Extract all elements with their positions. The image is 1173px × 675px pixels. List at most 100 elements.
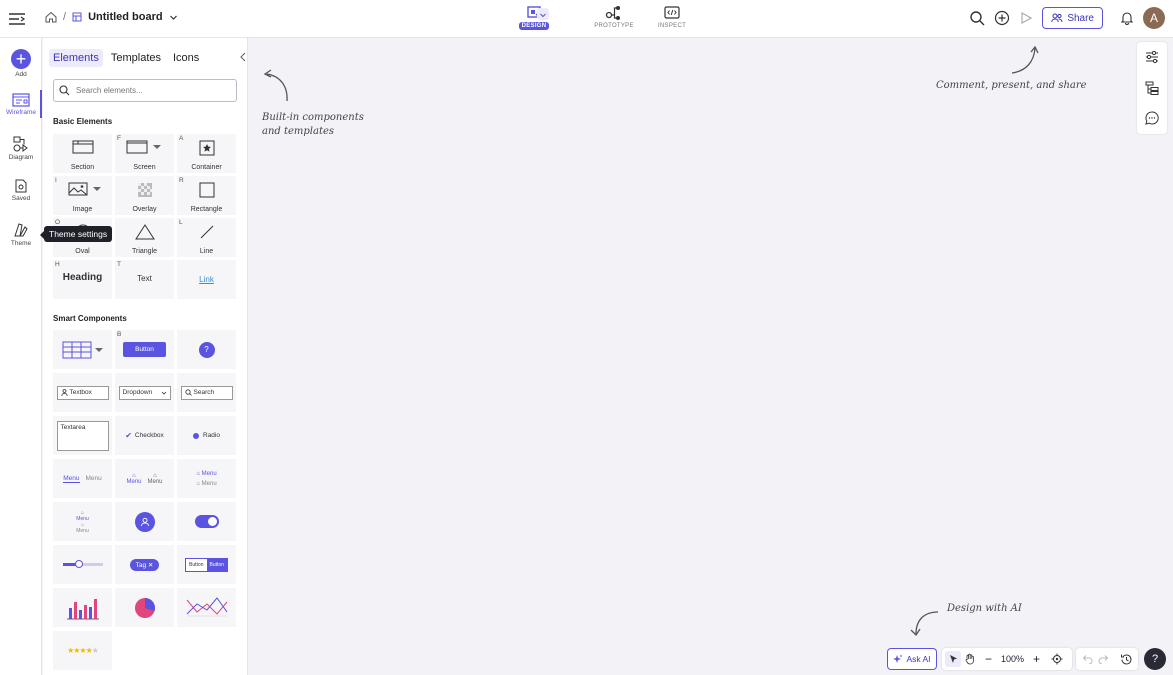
zoom-level[interactable]: 100%	[1001, 654, 1024, 664]
home-icon[interactable]	[45, 11, 57, 23]
play-icon[interactable]	[1019, 11, 1033, 25]
element-triangle[interactable]: Triangle	[115, 218, 174, 257]
chevron-down-icon[interactable]	[169, 13, 178, 22]
shortcut-key: I	[55, 177, 57, 184]
tab-templates[interactable]: Templates	[107, 49, 165, 67]
menu-item: ⌂ Menu	[126, 473, 141, 485]
element-link[interactable]: Link	[177, 260, 236, 299]
element-screen[interactable]: F Screen	[115, 134, 174, 173]
fit-to-screen-icon[interactable]	[1051, 653, 1063, 665]
arrow-icon	[1011, 45, 1039, 74]
element-heading[interactable]: H Heading	[53, 260, 112, 299]
mode-inspect[interactable]: INSPECT	[643, 3, 701, 35]
smart-checkbox[interactable]: ✔ Checkbox	[115, 416, 174, 455]
search-input[interactable]: Search elements...	[53, 79, 237, 102]
mode-dropdown[interactable]	[537, 8, 549, 20]
menu-label: Menu	[126, 478, 142, 485]
smart-vertical-menu[interactable]: ⌂ Menu ⌂ Menu	[177, 459, 236, 498]
element-line[interactable]: L Line	[177, 218, 236, 257]
smart-rating[interactable]: ★★★★★	[53, 631, 112, 670]
menu-label: Menu	[63, 474, 80, 483]
rail-item-diagram[interactable]: Diagram	[0, 136, 42, 161]
menu-item: ⌂ Menu	[196, 480, 217, 487]
tab-icons[interactable]: Icons	[169, 49, 203, 67]
sliders-icon[interactable]	[1144, 49, 1160, 65]
rail-item-add[interactable]: + Add	[0, 49, 42, 78]
section-icon	[72, 140, 93, 154]
board-title[interactable]: Untitled board	[88, 11, 163, 23]
comment-icon[interactable]	[1144, 110, 1160, 126]
menu-icon[interactable]	[8, 10, 26, 28]
wireframe-icon	[12, 93, 30, 107]
rail-label: Theme	[10, 240, 32, 247]
avatar[interactable]: A	[1143, 7, 1165, 29]
element-rectangle[interactable]: R Rectangle	[177, 176, 236, 215]
rail-item-saved[interactable]: Saved	[0, 179, 42, 202]
rail-item-theme[interactable]: Theme	[0, 222, 42, 247]
element-overlay[interactable]: Overlay	[115, 176, 174, 215]
inspect-icon	[664, 6, 680, 19]
smart-bar-chart[interactable]	[53, 588, 112, 627]
element-label: Overlay	[132, 206, 157, 213]
zoom-in-button[interactable]: +	[1033, 652, 1040, 666]
dropdown-preview: Dropdown	[118, 385, 171, 400]
help-button[interactable]: ?	[1144, 648, 1166, 670]
smart-icon-menu[interactable]: ⌂ Menu ⌂ Menu	[115, 459, 174, 498]
element-image[interactable]: I Image	[53, 176, 112, 215]
smart-help-button[interactable]: ?	[177, 330, 236, 369]
history-icon[interactable]	[1120, 653, 1133, 666]
tab-elements[interactable]: Elements	[49, 49, 103, 67]
layers-icon[interactable]	[1144, 80, 1160, 96]
element-container[interactable]: A Container	[177, 134, 236, 173]
smart-components-grid: B Button ? Textbox Dropdown Search Texta…	[53, 330, 236, 670]
smart-search[interactable]: Search	[177, 373, 236, 412]
redo-icon[interactable]	[1098, 654, 1110, 664]
smart-textbox[interactable]: Textbox	[53, 373, 112, 412]
sparkle-icon	[893, 654, 903, 663]
ask-ai-button[interactable]: Ask AI	[887, 648, 937, 670]
smart-table[interactable]	[53, 330, 112, 369]
select-tool-button[interactable]	[945, 651, 961, 667]
smart-button[interactable]: B Button	[115, 330, 174, 369]
panel-tabs: Elements Templates Icons	[49, 49, 203, 67]
smart-dropdown[interactable]: Dropdown	[115, 373, 174, 412]
button-preview: Button	[123, 342, 166, 357]
board-icon	[72, 12, 82, 22]
smart-toggle[interactable]	[177, 502, 236, 541]
bell-icon[interactable]	[1120, 11, 1134, 25]
collapse-panel-button[interactable]	[239, 51, 247, 65]
radio-label: Radio	[203, 432, 220, 439]
smart-pie-chart[interactable]	[115, 588, 174, 627]
menu-label: Menu	[85, 475, 102, 482]
zoom-toolbar: − 100% +	[942, 648, 1072, 670]
smart-slider[interactable]	[53, 545, 112, 584]
add-comment-icon[interactable]	[994, 10, 1010, 26]
undo-icon[interactable]	[1081, 654, 1093, 664]
button-group-preview: Button Button	[185, 557, 228, 572]
search-label: Search	[193, 389, 215, 396]
zoom-out-button[interactable]: −	[985, 652, 992, 666]
rail-item-wireframe[interactable]: Wireframe	[0, 93, 42, 116]
smart-avatar[interactable]	[115, 502, 174, 541]
hand-icon[interactable]	[964, 653, 976, 665]
shortcut-key: H	[55, 261, 60, 268]
mode-design[interactable]: DESIGN	[505, 3, 563, 35]
element-text[interactable]: T Text	[115, 260, 174, 299]
share-button[interactable]: Share	[1042, 7, 1103, 29]
checkbox-label: Checkbox	[134, 432, 164, 439]
smart-tab-menu[interactable]: Menu Menu	[53, 459, 112, 498]
shortcut-key: L	[179, 219, 183, 226]
smart-stacked-menu[interactable]: ⌂ Menu ⌂ Menu	[53, 502, 112, 541]
tag-label: Tag	[135, 561, 147, 569]
smart-tag[interactable]: Tag ✕	[115, 545, 174, 584]
mode-prototype[interactable]: PROTOTYPE	[585, 3, 643, 35]
smart-line-chart[interactable]	[177, 588, 236, 627]
rail-active-indicator	[40, 90, 42, 118]
smart-textarea[interactable]: Textarea	[53, 416, 112, 455]
element-label: Image	[72, 206, 93, 213]
smart-radio[interactable]: Radio	[177, 416, 236, 455]
element-section[interactable]: Section	[53, 134, 112, 173]
button-group-label: Button	[186, 558, 207, 571]
smart-button-group[interactable]: Button Button	[177, 545, 236, 584]
search-icon[interactable]	[969, 10, 985, 26]
